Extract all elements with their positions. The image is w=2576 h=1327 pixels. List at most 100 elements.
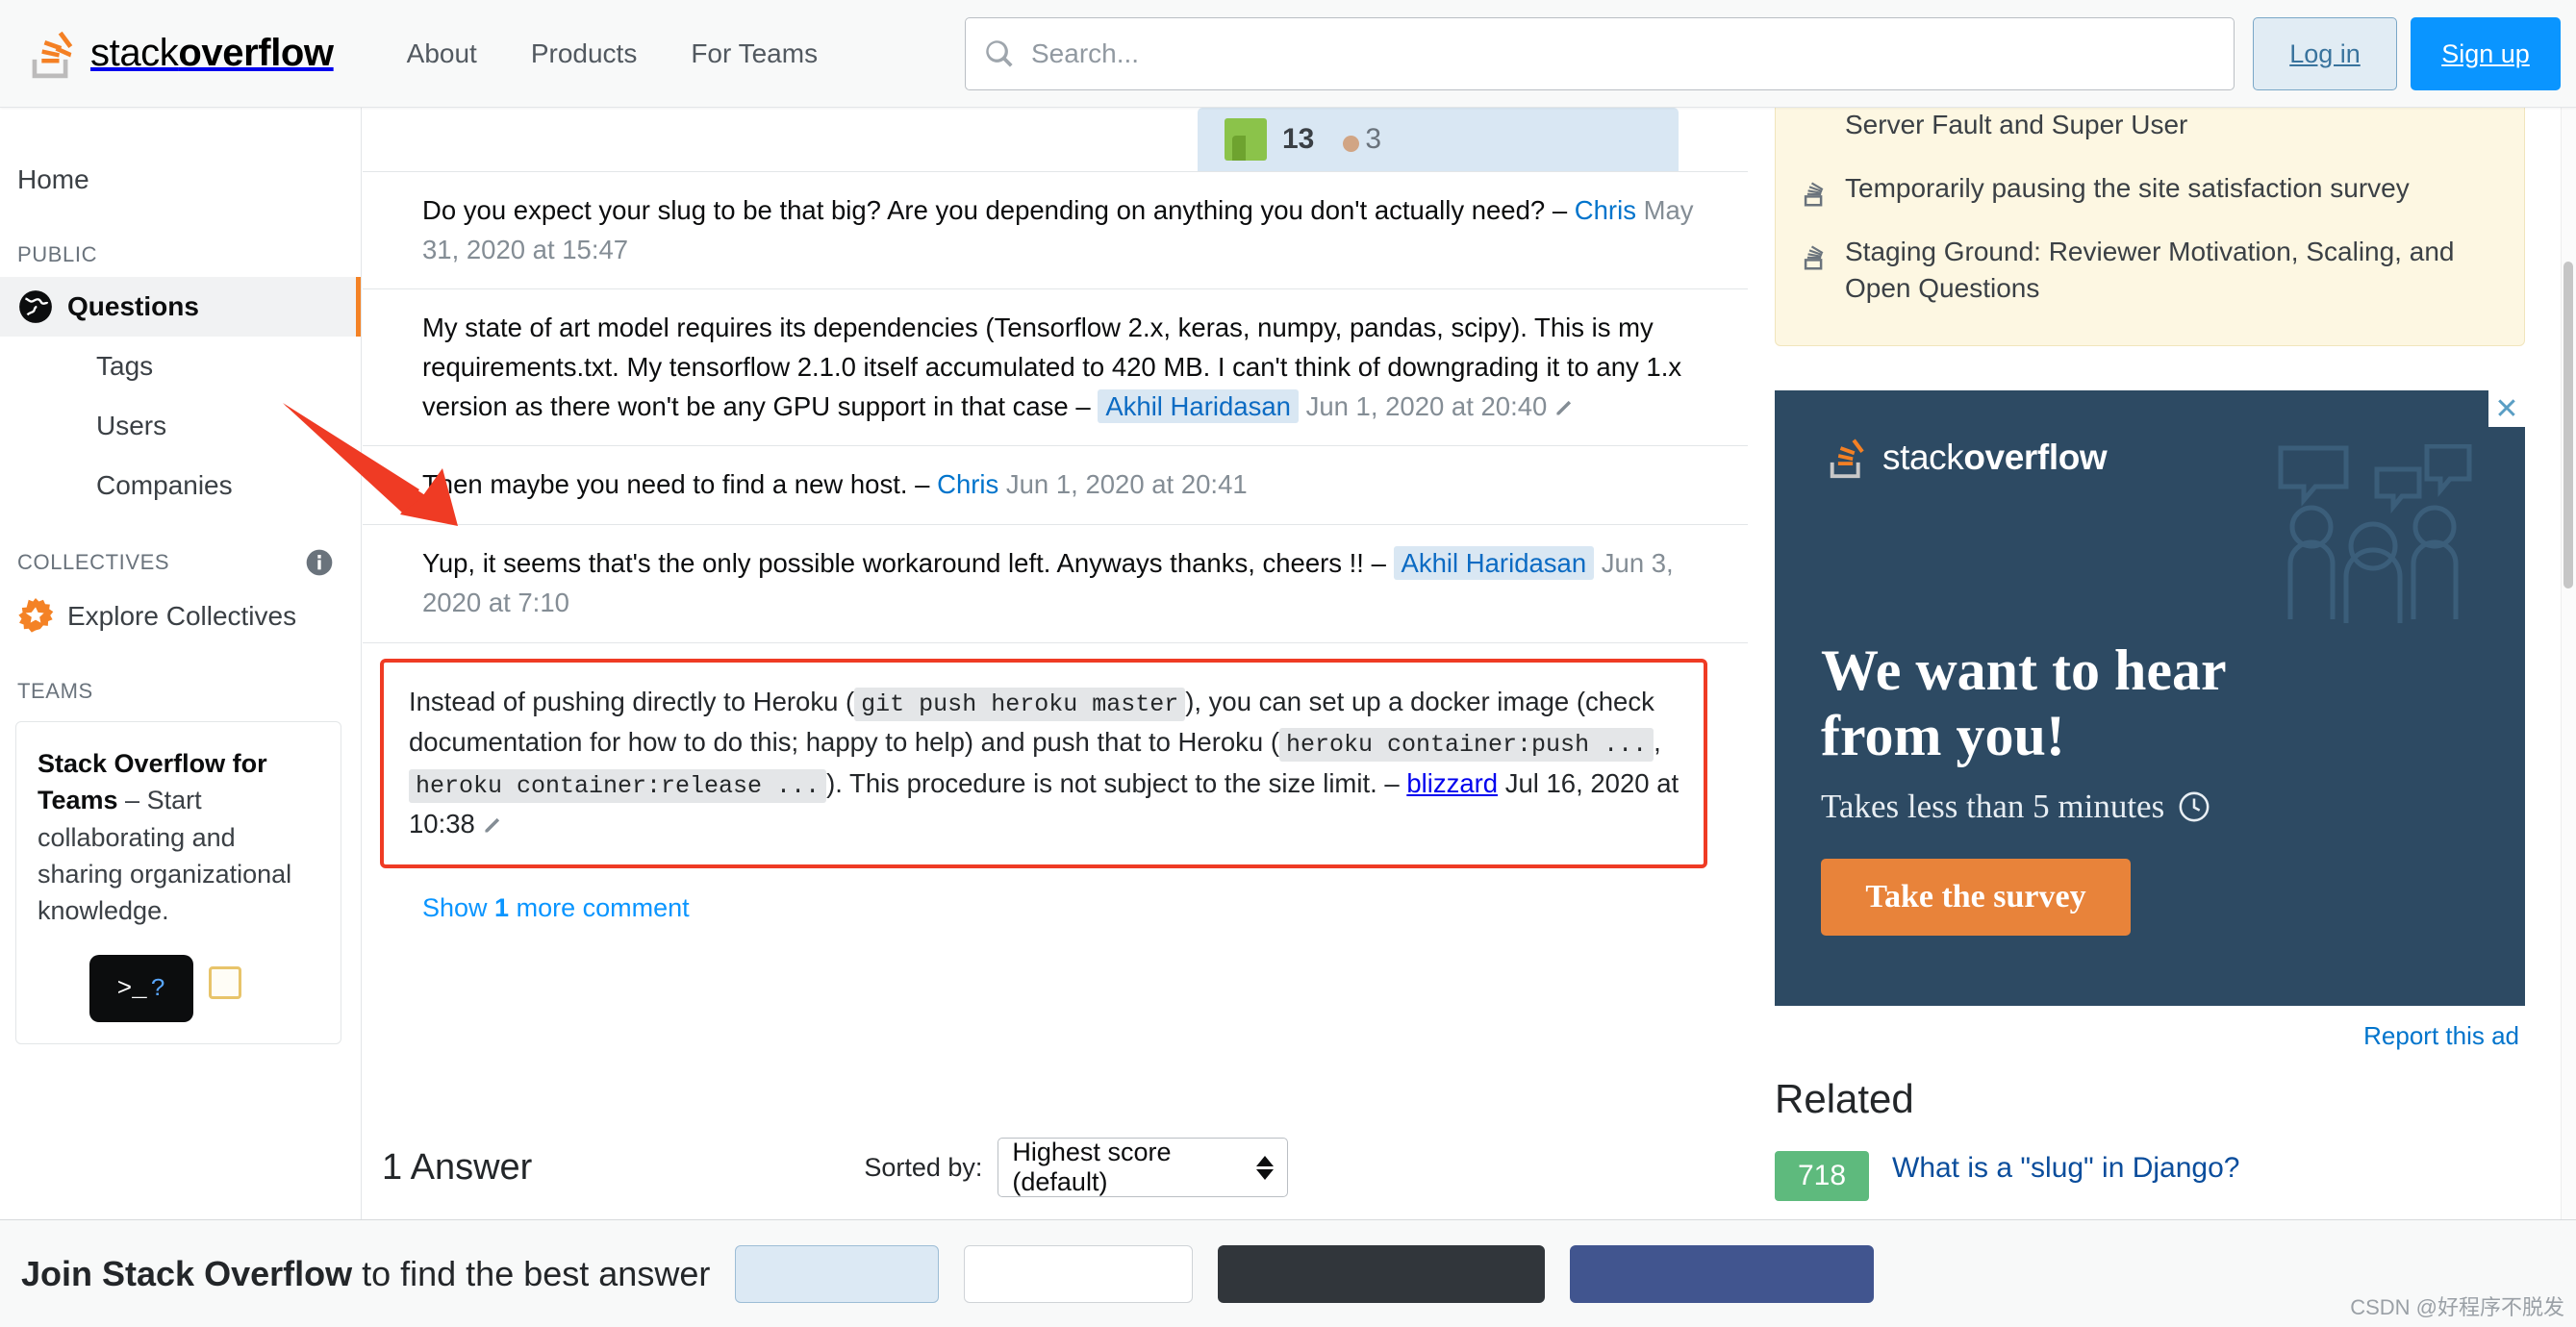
sidebar-item-home[interactable]: Home [0,150,361,210]
page-scrollbar[interactable] [2561,108,2576,1219]
comment-date: Jun 1, 2020 at 20:40 [1305,390,1548,421]
comment-item: Yup, it seems that's the only possible w… [363,524,1748,641]
bottom-bar-rest: to find the best answer [352,1253,711,1293]
announcement-item[interactable]: Temporarily pausing the site satisfactio… [1799,157,2501,220]
sidebar-heading-collectives-label: COLLECTIVES [17,550,170,574]
comment-text-part1: Instead of pushing directly to Heroku ( [409,686,855,716]
avatar [1225,118,1267,161]
comment-text: Do you expect your slug to be that big? … [422,195,1575,225]
terminal-prompt-glyph: >_ [116,973,147,1003]
related-score: 718 [1775,1151,1869,1202]
ad-subtext-row: Takes less than 5 minutes [1775,768,2525,826]
comment-author-link[interactable]: Chris [937,469,998,499]
teams-promo-text: Stack Overflow for Teams – Start collabo… [38,745,319,930]
primary-nav: About Products For Teams [380,29,845,79]
sidebar-heading-public-label: PUBLIC [17,242,98,266]
sidebar-item-companies[interactable]: Companies [0,456,361,515]
main-content: 13 3 Do you expect your slug to be that … [363,108,1748,1219]
nav-about[interactable]: About [380,29,504,79]
sorted-by-label: Sorted by: [864,1152,983,1182]
bottom-bar-text: Join Stack Overflow to find the best ans… [21,1254,710,1294]
sidebar-item-tags[interactable]: Tags [0,337,361,396]
teams-promo-graphic: >_? [38,954,319,1024]
ad-logo-text: stackoverflow [1882,438,2108,478]
sidebar-heading-teams-label: TEAMS [17,679,93,703]
bronze-badge-count: 3 [1365,123,1382,155]
comment-author-link[interactable]: Akhil Haridasan [1098,388,1299,423]
logo-text-light: stack [90,32,179,74]
comment-item: My state of art model requires its depen… [363,288,1748,445]
nav-products[interactable]: Products [504,29,665,79]
people-chat-illustration-icon [2278,444,2472,624]
highlighted-comment: Instead of pushing directly to Heroku (g… [380,658,1707,869]
code-separator: , [1654,727,1661,757]
edit-pencil-icon[interactable] [1554,396,1576,417]
announcement-text: Temporarily pausing the site satisfactio… [1845,173,2410,204]
globe-icon [19,290,52,323]
reputation-count: 13 [1282,123,1315,155]
comment-item: Do you expect your slug to be that big? … [363,171,1748,288]
sort-select[interactable]: Highest score (default) [998,1138,1289,1197]
signup-button[interactable]: Sign up [2411,17,2561,90]
comment-author-link[interactable]: Chris [1575,195,1636,225]
answers-header: 1 Answer Sorted by: Highest score (defau… [363,1115,1748,1219]
comment-item: Then maybe you need to find a new host. … [363,445,1748,524]
bronze-badge-icon [1343,136,1360,153]
ad-logo-bold: overflow [1963,438,2108,478]
related-title: Related [1775,1076,1914,1122]
sidebar-item-label: Questions [67,291,199,321]
inline-code-2: heroku container:push ... [1279,728,1654,762]
stackoverflow-logo-icon [32,31,73,78]
close-icon[interactable]: ✕ [2488,390,2525,428]
info-icon[interactable] [305,548,334,577]
teams-promo-card[interactable]: Stack Overflow for Teams – Start collabo… [15,721,341,1044]
comment-author-link[interactable]: Akhil Haridasan [1393,546,1595,581]
sidebar-heading-public: PUBLIC [0,242,361,267]
search-input[interactable]: Search... [965,17,2235,90]
scrollbar-thumb[interactable] [2563,262,2573,588]
report-ad-link[interactable]: Report this ad [1775,1006,2525,1051]
stackoverflow-logo[interactable]: stackoverflow [21,24,334,84]
bottom-bar-button-2[interactable] [964,1244,1194,1303]
bottom-bar-button-4[interactable] [1570,1244,1875,1303]
comment-text: Then maybe you need to find a new host. … [422,469,938,500]
logo-text: stackoverflow [90,32,334,75]
show-more-count: 1 [494,893,510,923]
comment-text-part3: ). This procedure is not subject to the … [826,767,1407,798]
related-question-link[interactable]: What is a "slug" in Django? [1892,1151,2239,1186]
highlighted-comment-wrapper: Instead of pushing directly to Heroku (g… [363,641,1748,869]
badge-group: 3 [1329,123,1381,156]
clock-icon [2179,791,2210,822]
edit-pencil-icon[interactable] [483,814,504,835]
terminal-icon: >_? [89,954,193,1022]
login-button[interactable]: Log in [2253,17,2397,90]
related-item[interactable]: 718 What is a "slug" in Django? [1775,1122,2525,1202]
bottom-bar-button-1[interactable] [735,1244,940,1303]
chevron-updown-icon [1256,1155,1275,1180]
show-more-prefix: Show [422,893,495,923]
ad-logo-light: stack [1882,438,1964,478]
nav-for-teams[interactable]: For Teams [664,29,845,79]
stackoverflow-logo-icon [1830,438,1864,479]
ad-headline-line2: from you! [1821,703,2065,767]
stackoverflow-mini-icon [1804,245,1824,270]
take-survey-button[interactable]: Take the survey [1821,858,2131,936]
sidebar-item-questions[interactable]: Questions [0,277,361,337]
watermark: CSDN @好程序不脱发 [2350,1295,2564,1319]
bottom-bar-bold: Join Stack Overflow [21,1253,353,1293]
show-more-comments-link[interactable]: Show 1 more comment [363,868,1748,923]
sidebar-item-users[interactable]: Users [0,396,361,456]
bottom-bar-button-3[interactable] [1218,1244,1546,1303]
announcement-item[interactable]: Staging Ground: Reviewer Motivation, Sca… [1799,220,2501,320]
sidebar-heading-collectives: COLLECTIVES [0,548,361,577]
comment-author-link[interactable]: blizzard [1406,768,1498,798]
terminal-question-glyph: ? [150,973,166,1003]
note-icon [209,965,241,999]
collective-star-icon [18,598,54,633]
sidebar-item-explore-collectives[interactable]: Explore Collectives [0,587,361,646]
user-card[interactable]: 13 3 [1198,108,1679,171]
search-icon [986,40,1013,67]
sidebar-item-label: Explore Collectives [67,601,297,631]
advertisement[interactable]: ✕ stackoverflow We want to hear from you… [1775,390,2525,1007]
stackoverflow-mini-icon [1804,182,1824,207]
